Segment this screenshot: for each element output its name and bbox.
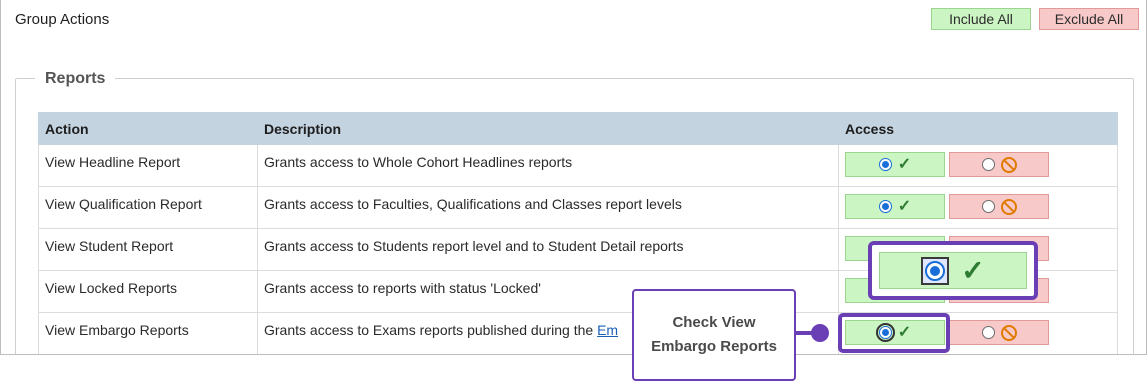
ban-icon <box>1000 198 1017 215</box>
table-header-row: Action Description Access <box>38 112 1118 145</box>
zoom-radio-icon <box>925 260 946 281</box>
exclude-radio[interactable] <box>981 200 995 213</box>
row-description: Grants access to Students report level a… <box>257 228 839 271</box>
row-action: View Student Report <box>38 228 258 271</box>
table-row: View Headline Report Grants access to Wh… <box>38 144 1118 187</box>
table-row: View Embargo Reports Grants access to Ex… <box>38 312 1118 354</box>
zoom-include-option: ✓ <box>879 252 1027 289</box>
row-action: View Locked Reports <box>38 270 258 313</box>
callout-connector-dot <box>811 324 829 342</box>
exclude-radio[interactable] <box>981 326 995 339</box>
row-action: View Qualification Report <box>38 186 258 229</box>
embargo-link[interactable]: Em <box>597 322 618 338</box>
exclude-option[interactable] <box>949 320 1049 345</box>
reports-table: Action Description Access View Headline … <box>38 112 1118 354</box>
group-actions-panel: Group Actions Include All Exclude All Re… <box>0 0 1147 355</box>
column-header-action: Action <box>38 112 258 145</box>
ban-icon <box>1000 156 1017 173</box>
include-option[interactable]: ✓ <box>845 194 945 219</box>
zoom-radio-focus <box>921 256 950 285</box>
row-access: ✓ <box>838 144 1118 187</box>
include-radio[interactable] <box>878 200 892 213</box>
row-access: ✓ <box>838 186 1118 229</box>
check-icon: ✓ <box>897 155 912 173</box>
row-description-text: Grants access to Exams reports published… <box>264 322 598 338</box>
zoom-magnifier: ✓ <box>868 241 1038 300</box>
include-option[interactable]: ✓ <box>845 152 945 177</box>
row-description: Grants access to Faculties, Qualificatio… <box>257 186 839 229</box>
reports-legend: Reports <box>35 70 116 88</box>
row-action: View Headline Report <box>38 144 258 187</box>
include-all-button[interactable]: Include All <box>931 8 1031 30</box>
exclude-option[interactable] <box>949 152 1049 177</box>
panel-title: Group Actions <box>15 11 110 28</box>
check-icon: ✓ <box>897 197 912 215</box>
ban-icon <box>1000 324 1017 341</box>
column-header-access: Access <box>838 112 1118 145</box>
table-row: View Qualification Report Grants access … <box>38 186 1118 229</box>
row-action: View Embargo Reports <box>38 312 258 354</box>
check-icon: ✓ <box>961 254 985 286</box>
column-header-description: Description <box>257 112 839 145</box>
exclude-option[interactable] <box>949 194 1049 219</box>
exclude-radio[interactable] <box>981 158 995 171</box>
highlight-box <box>838 313 950 353</box>
exclude-all-button[interactable]: Exclude All <box>1039 8 1139 30</box>
callout-label: Check View Embargo Reports <box>632 289 796 381</box>
row-description: Grants access to Whole Cohort Headlines … <box>257 144 839 187</box>
include-radio[interactable] <box>878 158 892 171</box>
